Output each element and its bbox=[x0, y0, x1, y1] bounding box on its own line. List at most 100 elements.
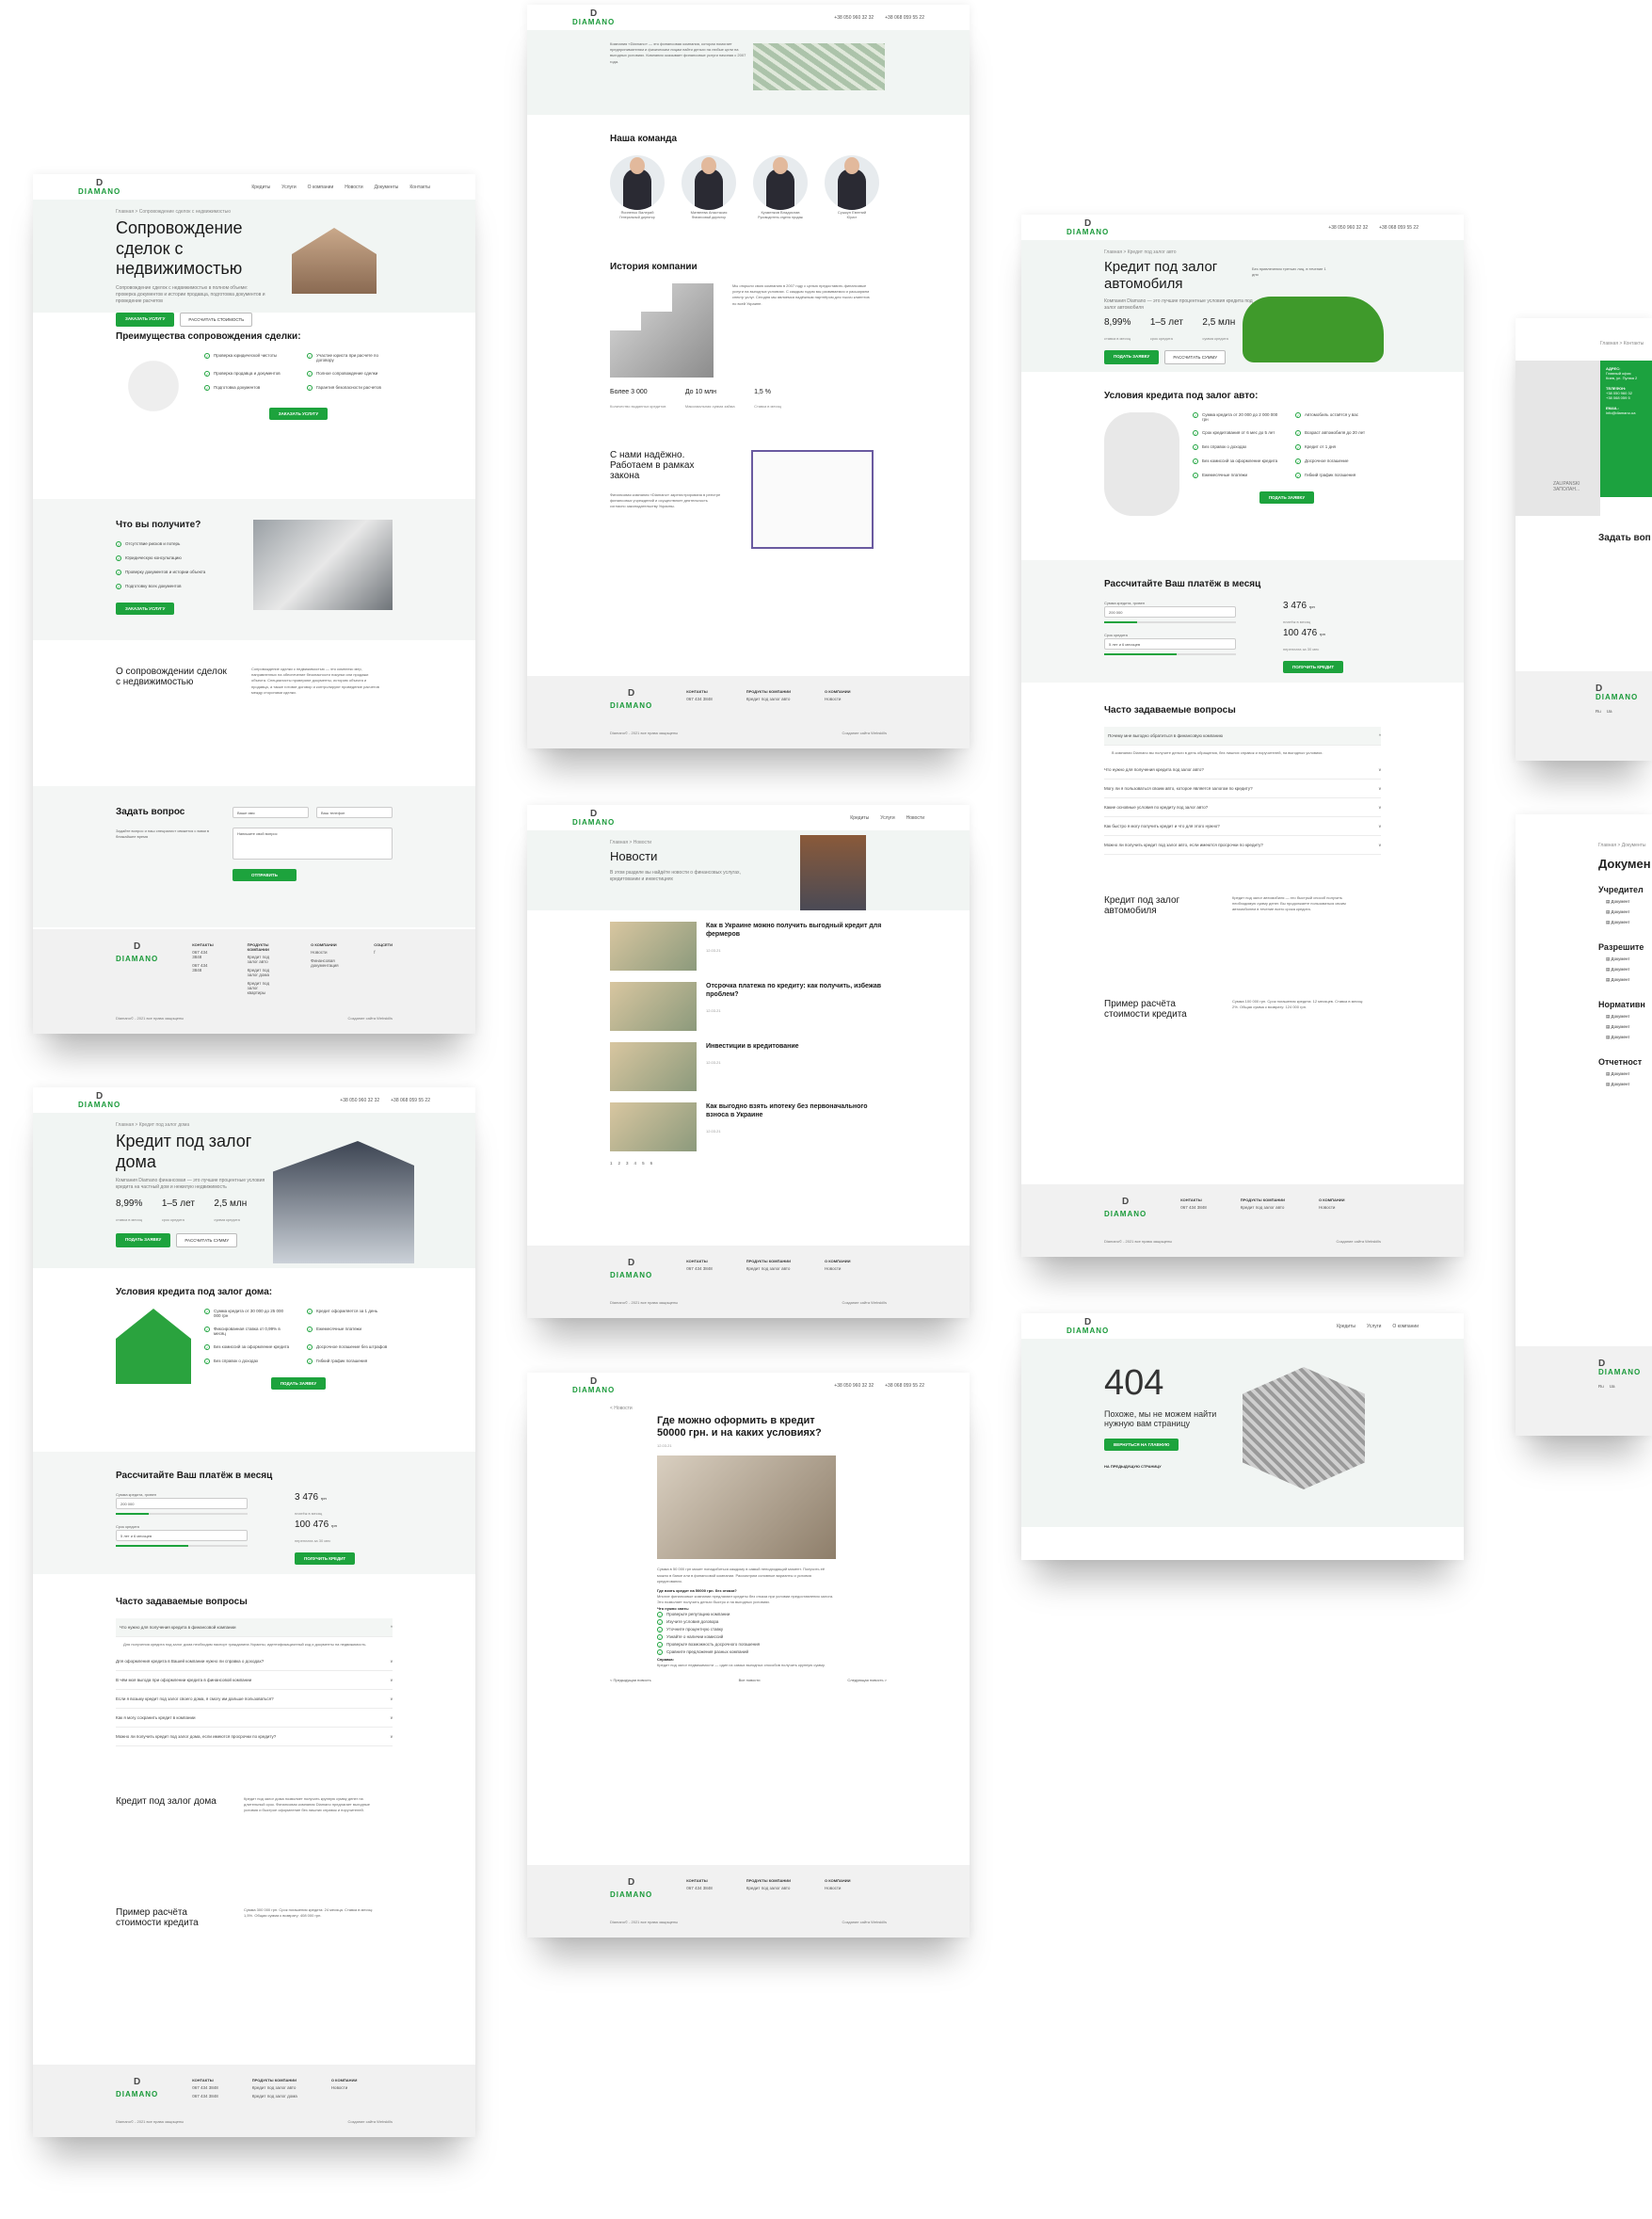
document-item[interactable]: ▤ Документ bbox=[1606, 1071, 1652, 1077]
document-icon: ▤ bbox=[1606, 909, 1611, 914]
calc-button[interactable]: РАССЧИТАТЬ СТОИМОСТЬ bbox=[180, 312, 253, 327]
faq-item[interactable]: Как я могу сохранить кредит в компании v bbox=[116, 1709, 393, 1729]
document-item[interactable]: ▤ Документ bbox=[1606, 920, 1652, 925]
logo[interactable]: D DIAMANO bbox=[572, 1376, 615, 1394]
chevron-down-icon: v bbox=[1378, 824, 1381, 829]
sum-input[interactable]: 200 000 bbox=[1104, 606, 1236, 619]
order-button[interactable]: ЗАКАЗАТЬ УСЛУГУ bbox=[268, 408, 329, 420]
footer-logo[interactable]: D DIAMANO bbox=[610, 689, 652, 714]
order-button[interactable]: ЗАКАЗАТЬ УСЛУГУ bbox=[116, 603, 175, 615]
nav-item[interactable]: Новости bbox=[345, 185, 362, 190]
apply-button[interactable]: ПОДАТЬ ЗАЯВКУ bbox=[270, 1377, 327, 1390]
document-item[interactable]: ▤ Документ bbox=[1606, 909, 1652, 915]
faq-item[interactable]: В чём моя выгода при оформлении кредита … bbox=[116, 1671, 393, 1691]
document-item[interactable]: ▤ Документ bbox=[1606, 1014, 1652, 1020]
order-button[interactable]: ЗАКАЗАТЬ УСЛУГУ bbox=[116, 312, 175, 327]
nav-item[interactable]: Контакты bbox=[409, 185, 430, 190]
document-icon: ▤ bbox=[1606, 1024, 1611, 1029]
document-item[interactable]: ▤ Документ bbox=[1606, 957, 1652, 962]
calc-button[interactable]: РАССЧИТАТЬ СУММУ bbox=[1164, 350, 1227, 364]
sum-input[interactable]: 200 000 bbox=[116, 1498, 248, 1510]
page-link[interactable]: 2 bbox=[618, 1161, 621, 1166]
check-icon: ✓ bbox=[307, 385, 313, 391]
footer-logo[interactable]: D DIAMANO bbox=[1596, 684, 1652, 701]
nav-item[interactable]: О компании bbox=[308, 185, 334, 190]
hero: Компания «Diamano» — это финансовая комп… bbox=[527, 30, 970, 115]
faq-item[interactable]: Можно ли получить кредит под залог авто,… bbox=[1104, 836, 1381, 856]
next-link[interactable]: Следующая новость > bbox=[847, 1678, 887, 1682]
name-input[interactable]: Ваше имя bbox=[233, 807, 309, 818]
term-slider[interactable] bbox=[116, 1545, 248, 1548]
page-link[interactable]: 3 bbox=[626, 1161, 629, 1166]
nav-item[interactable]: Услуги bbox=[281, 185, 296, 190]
logo[interactable]: D DIAMANO bbox=[78, 1091, 120, 1109]
footer-logo[interactable]: D DIAMANO bbox=[1598, 1359, 1652, 1376]
footer-logo[interactable]: D DIAMANO bbox=[610, 1259, 652, 1283]
back-link[interactable]: < Новости bbox=[610, 1402, 887, 1415]
sum-slider[interactable] bbox=[1104, 621, 1236, 624]
stat: Более 3 000 Количество выданных кредитов bbox=[610, 389, 666, 409]
footer-logo[interactable]: D DIAMANO bbox=[116, 942, 158, 999]
all-news-link[interactable]: Все новости bbox=[739, 1678, 761, 1682]
news-item[interactable]: Как выгодно взять ипотеку без первоначал… bbox=[610, 1102, 887, 1151]
sum-slider[interactable] bbox=[116, 1513, 248, 1516]
check-icon: ✓ bbox=[1295, 412, 1301, 418]
footer-logo[interactable]: D DIAMANO bbox=[116, 2078, 158, 2102]
document-item[interactable]: ▤ Документ bbox=[1606, 899, 1652, 905]
home-button[interactable]: ВЕРНУТЬСЯ НА ГЛАВНУЮ bbox=[1104, 1439, 1179, 1451]
page-link[interactable]: 4 bbox=[634, 1161, 637, 1166]
question-textarea[interactable]: Напишите свой вопрос bbox=[233, 828, 393, 860]
get-loan-button[interactable]: ПОЛУЧИТЬ КРЕДИТ bbox=[295, 1552, 356, 1565]
check-icon: ✓ bbox=[204, 371, 210, 377]
footer-logo[interactable]: D DIAMANO bbox=[1104, 1198, 1147, 1222]
prev-link[interactable]: < Предыдущая новость bbox=[610, 1678, 651, 1682]
benefit-item: ✓ Юридическую консультацию bbox=[116, 555, 182, 561]
document-item[interactable]: ▤ Документ bbox=[1606, 1024, 1652, 1030]
term-input[interactable]: 5 лет и 6 месяцев bbox=[116, 1530, 248, 1542]
page-link[interactable]: 6 bbox=[650, 1161, 653, 1166]
faq-item[interactable]: Какие основные условия по кредиту под за… bbox=[1104, 798, 1381, 818]
footer-logo[interactable]: D DIAMANO bbox=[610, 1878, 652, 1903]
logo[interactable]: D DIAMANO bbox=[572, 8, 615, 26]
page-link[interactable]: 1 bbox=[610, 1161, 613, 1166]
article-title: Где можно оформить в кредит 50000 грн. и… bbox=[657, 1415, 822, 1439]
news-item[interactable]: Отсрочка платежа по кредиту: как получит… bbox=[610, 982, 887, 1031]
faq-item[interactable]: Могу ли я пользоваться своим авто, котор… bbox=[1104, 780, 1381, 799]
document-item[interactable]: ▤ Документ bbox=[1606, 977, 1652, 983]
news-thumbnail bbox=[610, 982, 697, 1031]
nav-item[interactable]: Кредиты bbox=[251, 185, 270, 190]
avatar bbox=[753, 155, 808, 210]
news-item[interactable]: Инвестиции в кредитование 12.03.21 bbox=[610, 1042, 887, 1091]
document-item[interactable]: ▤ Документ bbox=[1606, 1035, 1652, 1040]
faq-item[interactable]: Что нужно для получения кредита в финанс… bbox=[116, 1618, 393, 1637]
avatar bbox=[610, 155, 665, 210]
logo[interactable]: D DIAMANO bbox=[78, 178, 120, 196]
phone-input[interactable]: Ваш телефон bbox=[316, 807, 393, 818]
calc-button[interactable]: РАССЧИТАТЬ СУММУ bbox=[176, 1233, 238, 1248]
faq-item[interactable]: Если я возьму кредит под залог своего до… bbox=[116, 1690, 393, 1710]
faq-item[interactable]: Что нужно для получения кредита под зало… bbox=[1104, 761, 1381, 780]
faq-item[interactable]: Почему мне выгодно обратиться в финансов… bbox=[1104, 727, 1381, 746]
document-item[interactable]: ▤ Документ bbox=[1606, 1082, 1652, 1087]
footer: D DIAMANO Ru Ua bbox=[1516, 671, 1652, 761]
logo[interactable]: D DIAMANO bbox=[1067, 218, 1109, 236]
facebook-icon[interactable]: f bbox=[374, 950, 393, 955]
apply-button[interactable]: ПОДАТЬ ЗАЯВКУ bbox=[1104, 350, 1160, 364]
logo[interactable]: D DIAMANO bbox=[1067, 1317, 1109, 1335]
term-slider[interactable] bbox=[1104, 653, 1236, 656]
nav-item[interactable]: Документы bbox=[375, 185, 399, 190]
get-loan-button[interactable]: ПОЛУЧИТЬ КРЕДИТ bbox=[1283, 661, 1344, 673]
document-item[interactable]: ▤ Документ bbox=[1606, 967, 1652, 973]
faq-item[interactable]: Для оформления кредита в Вашей компании … bbox=[116, 1652, 393, 1672]
faq-item[interactable]: Как быстро я могу получить кредит и что … bbox=[1104, 817, 1381, 837]
apply-button[interactable]: ПОДАТЬ ЗАЯВКУ bbox=[1259, 491, 1315, 504]
apply-button[interactable]: ПОДАТЬ ЗАЯВКУ bbox=[116, 1233, 171, 1248]
map[interactable]: ZALIPANSKI ЗАПОЛАН... bbox=[1516, 361, 1600, 516]
logo[interactable]: D DIAMANO bbox=[572, 809, 615, 827]
page-link[interactable]: 5 bbox=[642, 1161, 645, 1166]
term-input[interactable]: 5 лет и 6 месяцев bbox=[1104, 638, 1236, 651]
faq-item[interactable]: Можно ли получить кредит под залог дома,… bbox=[116, 1728, 393, 1747]
news-item[interactable]: Как в Украине можно получить выгодный кр… bbox=[610, 922, 887, 971]
document-icon: ▤ bbox=[1606, 1071, 1611, 1076]
send-button[interactable]: ОТПРАВИТЬ bbox=[233, 869, 297, 881]
